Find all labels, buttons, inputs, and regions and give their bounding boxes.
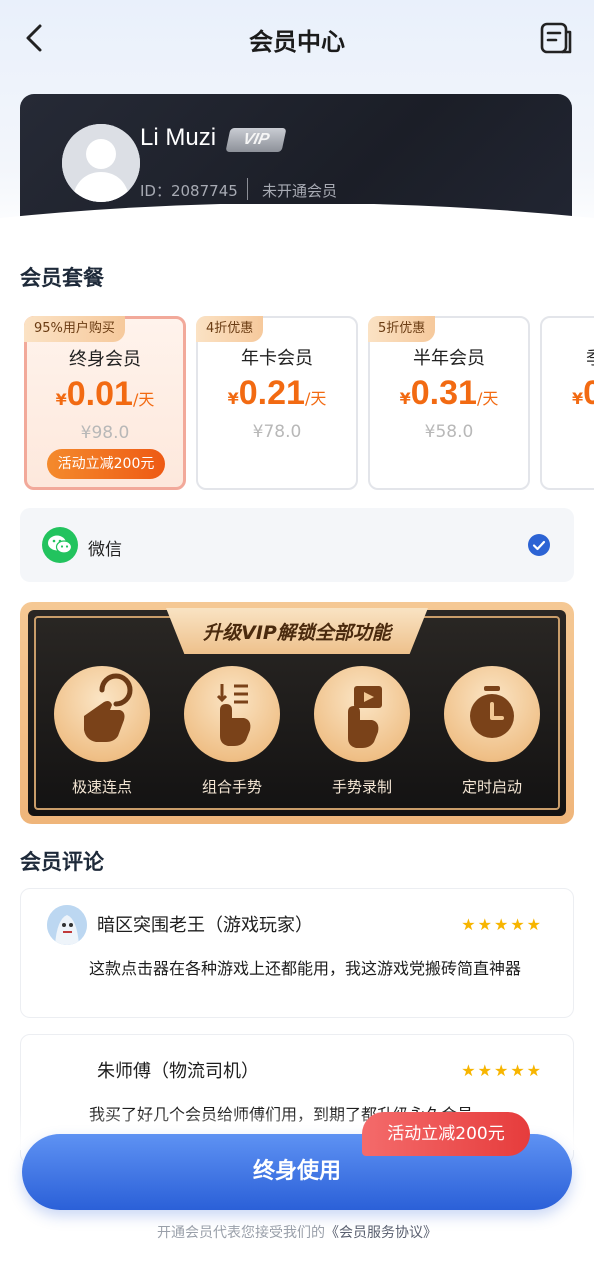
packages-section-title: 会员套餐 [20, 266, 104, 290]
package-quarterly[interactable]: 季 ¥0 [540, 316, 594, 490]
feature-gesture-record: 手势录制 [307, 666, 417, 797]
feature-label: 组合手势 [201, 778, 262, 796]
user-name: Li Muzi [140, 124, 217, 151]
payment-method-wechat[interactable]: 微信 [20, 508, 574, 582]
service-agreement-link[interactable]: 《会员服务协议》 [325, 1225, 437, 1241]
feature-title: 升级VIP解锁全部功能 [203, 622, 391, 644]
agreement-text: 开通会员代表您接受我们的《会员服务协议》 [0, 1222, 594, 1242]
agreement-prefix: 开通会员代表您接受我们的 [157, 1225, 325, 1241]
divider [247, 178, 248, 200]
package-yearly[interactable]: 4折优惠 年卡会员 ¥0.21/天 ¥78.0 [196, 316, 358, 490]
header: 会员中心 [0, 0, 594, 80]
package-price: ¥0.01/天 [55, 375, 155, 413]
timer-icon [444, 666, 540, 762]
star-rating: ★★★★★ [461, 1061, 543, 1080]
page-title: 会员中心 [249, 28, 345, 56]
package-name: 半年会员 [413, 348, 485, 369]
fast-tap-icon [54, 666, 150, 762]
reviewer-name: 暗区突围老王（游戏玩家） [97, 915, 313, 936]
feature-combo-gesture: 组合手势 [177, 666, 287, 797]
package-price: ¥0.31/天 [399, 374, 499, 412]
package-tag: 5折优惠 [368, 316, 436, 342]
reviewer-avatar [47, 905, 87, 945]
reviewer-name: 朱师傅（物流司机） [97, 1061, 259, 1082]
review-card: 暗区突围老王（游戏玩家） ★★★★★ 这款点击器在各种游戏上还都能用，我这游戏党… [20, 888, 574, 1018]
default-avatar-icon [62, 124, 140, 202]
package-promo-badge: 活动立减200元 [47, 449, 165, 479]
promo-bubble: 活动立减200元 [362, 1112, 530, 1156]
package-price: ¥0.21/天 [227, 374, 327, 412]
payment-method-label: 微信 [88, 540, 122, 560]
package-list: 95%用户购买 终身会员 ¥0.01/天 ¥98.0 活动立减200元 4折优惠… [0, 316, 594, 492]
package-original-price: ¥78.0 [252, 422, 302, 442]
package-half-year[interactable]: 5折优惠 半年会员 ¥0.31/天 ¥58.0 [368, 316, 530, 490]
member-status: 未开通会员 [262, 182, 338, 200]
feature-timer-start: 定时启动 [437, 666, 547, 797]
feature-label: 极速连点 [71, 778, 132, 796]
check-circle-icon[interactable] [528, 534, 550, 556]
card-wave-divider [0, 204, 594, 254]
vip-badge: VIP [225, 128, 287, 152]
feature-fast-tap: 极速连点 [47, 666, 157, 797]
feature-label: 定时启动 [461, 778, 522, 796]
orders-button[interactable] [538, 18, 574, 58]
feature-label: 手势录制 [331, 778, 392, 796]
package-lifetime[interactable]: 95%用户购买 终身会员 ¥0.01/天 ¥98.0 活动立减200元 [24, 316, 186, 490]
review-text: 这款点击器在各种游戏上还都能用，我这游戏党搬砖简直神器 [89, 959, 522, 978]
package-tag: 95%用户购买 [24, 316, 125, 342]
gesture-record-icon [314, 666, 410, 762]
combo-gesture-icon [184, 666, 280, 762]
feature-panel: 升级VIP解锁全部功能 极速连点 组合手势 手势录制 定时启动 [28, 608, 566, 816]
avatar[interactable] [62, 124, 140, 202]
package-name: 终身会员 [69, 349, 141, 370]
package-original-price: ¥58.0 [424, 422, 474, 442]
package-name: 年卡会员 [241, 348, 313, 369]
package-name: 季 [586, 344, 594, 370]
user-id: ID：2087745 [140, 182, 238, 200]
package-tag: 4折优惠 [196, 316, 264, 342]
document-list-icon [540, 22, 572, 54]
package-price: ¥0 [572, 374, 594, 412]
wechat-icon [42, 527, 78, 563]
star-rating: ★★★★★ [461, 915, 543, 934]
vip-feature-banner: 升级VIP解锁全部功能 极速连点 组合手势 手势录制 定时启动 [20, 602, 574, 824]
package-original-price: ¥98.0 [80, 423, 130, 443]
reviews-section-title: 会员评论 [20, 850, 104, 874]
